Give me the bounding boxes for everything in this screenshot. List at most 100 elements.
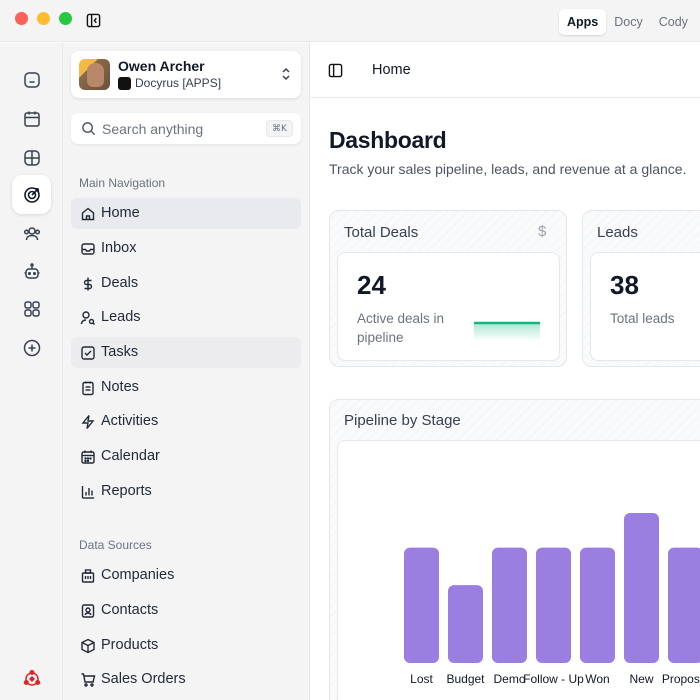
sidebar-item-reports[interactable]: Reports bbox=[71, 476, 301, 507]
user-search-icon bbox=[80, 311, 95, 325]
sidebar-item-companies[interactable]: Companies bbox=[71, 560, 301, 591]
title-bar: Apps Docy Cody bbox=[0, 0, 700, 42]
sidebar-item-activities[interactable]: Activities bbox=[71, 406, 301, 437]
checkbox-icon bbox=[81, 346, 95, 360]
sidebar-item-sales-orders[interactable]: Sales Orders bbox=[71, 664, 301, 695]
x-tick-label: Follow - Up bbox=[523, 672, 584, 686]
home-icon bbox=[23, 71, 40, 88]
calendar-icon bbox=[23, 111, 40, 127]
user-name: Owen Archer bbox=[118, 58, 205, 74]
bar-lost[interactable] bbox=[404, 547, 439, 663]
sidebar-item-label: Notes bbox=[101, 379, 139, 395]
sidebar-item-label: Leads bbox=[101, 309, 141, 325]
sidebar-item-label: Contacts bbox=[101, 602, 159, 618]
x-tick-label: Budget bbox=[446, 672, 485, 686]
sidebar-item-notes[interactable]: Notes bbox=[71, 372, 301, 403]
sidebar-item-label: Reports bbox=[101, 483, 152, 499]
apps-icon bbox=[23, 300, 40, 317]
rail-home-button[interactable] bbox=[12, 60, 51, 99]
sidebar-toggle-icon[interactable] bbox=[328, 63, 343, 78]
account-switcher[interactable]: Owen Archer Docyrus [APPS] bbox=[71, 51, 301, 98]
bar-budget[interactable] bbox=[448, 585, 483, 663]
card-body: 24 Active deals in pipeline bbox=[337, 252, 560, 361]
data-sources-label: Data Sources bbox=[79, 538, 152, 552]
rail-users-button[interactable] bbox=[12, 214, 51, 253]
sparkline bbox=[474, 321, 540, 341]
sidebar-item-deals[interactable]: Deals bbox=[71, 268, 301, 299]
rail-apps-button[interactable] bbox=[12, 289, 51, 328]
card-title: Total Deals bbox=[344, 224, 419, 241]
bar-chart-icon bbox=[81, 486, 94, 499]
bar-follow-up[interactable] bbox=[536, 547, 571, 663]
sidebar: Owen Archer Docyrus [APPS] Search anythi… bbox=[63, 43, 310, 700]
leads-card[interactable]: Leads 38 Total leads bbox=[582, 210, 700, 367]
sidebar-item-label: Products bbox=[101, 637, 159, 653]
sidebar-item-label: Sales Orders bbox=[101, 671, 186, 687]
bar-new[interactable] bbox=[624, 513, 659, 663]
org-logo-icon bbox=[118, 77, 131, 90]
plus-circle-icon bbox=[23, 339, 40, 356]
box-icon bbox=[81, 638, 95, 654]
main-navigation-label: Main Navigation bbox=[79, 176, 166, 190]
x-tick-label: Demo bbox=[493, 672, 525, 686]
rail-grid-button[interactable] bbox=[12, 138, 51, 177]
maximize-window-button[interactable] bbox=[59, 12, 72, 25]
breadcrumb[interactable]: Home bbox=[372, 62, 411, 78]
sidebar-collapse-icon[interactable] bbox=[86, 13, 101, 28]
building-icon bbox=[81, 569, 95, 583]
sidebar-item-tasks[interactable]: Tasks bbox=[71, 337, 301, 368]
notes-icon bbox=[82, 381, 94, 396]
sidebar-item-contacts[interactable]: Contacts bbox=[71, 595, 301, 626]
card-description: Total leads bbox=[610, 311, 675, 326]
total-deals-card[interactable]: Total Deals $ 24 Active deals in pipelin… bbox=[329, 210, 567, 367]
sidebar-item-label: Deals bbox=[101, 275, 139, 291]
tab-apps[interactable]: Apps bbox=[559, 9, 607, 35]
page-title: Dashboard bbox=[329, 127, 447, 153]
card-description: Active deals in pipeline bbox=[357, 311, 445, 345]
inbox-icon bbox=[81, 243, 95, 255]
card-value: 24 bbox=[357, 270, 386, 300]
x-tick-label: Won bbox=[585, 672, 609, 686]
chart-body: Lost Budget DemoFollow - UpWon New Proposal bbox=[337, 440, 700, 700]
avatar bbox=[79, 59, 110, 90]
sidebar-item-products[interactable]: Products bbox=[71, 630, 301, 661]
bot-icon bbox=[24, 262, 39, 279]
sidebar-item-inbox[interactable]: Inbox bbox=[71, 233, 301, 264]
chevron-up-down-icon bbox=[282, 67, 290, 81]
sidebar-item-home[interactable]: Home bbox=[71, 198, 301, 229]
card-value: 38 bbox=[610, 270, 639, 300]
bar-proposal[interactable] bbox=[668, 547, 700, 663]
rail-calendar-button[interactable] bbox=[12, 99, 51, 138]
org-name: Docyrus [APPS] bbox=[135, 76, 222, 90]
sidebar-item-label: Companies bbox=[101, 567, 175, 583]
minimize-window-button[interactable] bbox=[37, 12, 50, 25]
bar-won[interactable] bbox=[580, 547, 615, 663]
target-icon bbox=[23, 186, 40, 203]
chart-title: Pipeline by Stage bbox=[344, 412, 461, 429]
rail-add-button[interactable] bbox=[12, 328, 51, 367]
brand-logo-icon bbox=[23, 669, 40, 686]
sidebar-item-label: Home bbox=[101, 205, 140, 221]
x-tick-label: New bbox=[629, 672, 653, 686]
dollar-icon: $ bbox=[538, 223, 547, 240]
main-header: Home bbox=[311, 43, 700, 98]
x-tick-label: Lost bbox=[410, 672, 433, 686]
sidebar-item-calendar[interactable]: Calendar bbox=[71, 441, 301, 472]
cart-icon bbox=[81, 673, 96, 687]
rail-target-button[interactable] bbox=[12, 175, 51, 214]
main-content: Home Dashboard Track your sales pipeline… bbox=[311, 43, 700, 700]
close-window-button[interactable] bbox=[15, 12, 28, 25]
tab-cody[interactable]: Cody bbox=[651, 9, 696, 35]
rail-bot-button[interactable] bbox=[12, 252, 51, 291]
rail-brand-button[interactable] bbox=[12, 659, 51, 698]
users-icon bbox=[23, 226, 40, 240]
search-shortcut: ⌘K bbox=[266, 120, 293, 137]
tab-docy[interactable]: Docy bbox=[606, 9, 650, 35]
bar-demo[interactable] bbox=[492, 547, 527, 663]
lightning-icon bbox=[81, 415, 95, 429]
sidebar-item-leads[interactable]: Leads bbox=[71, 302, 301, 333]
search-input[interactable]: Search anything ⌘K bbox=[71, 113, 301, 144]
pipeline-bar-chart: Lost Budget DemoFollow - UpWon New Proposal bbox=[404, 513, 700, 686]
calendar-icon bbox=[81, 450, 95, 464]
contact-card-icon bbox=[81, 604, 95, 618]
